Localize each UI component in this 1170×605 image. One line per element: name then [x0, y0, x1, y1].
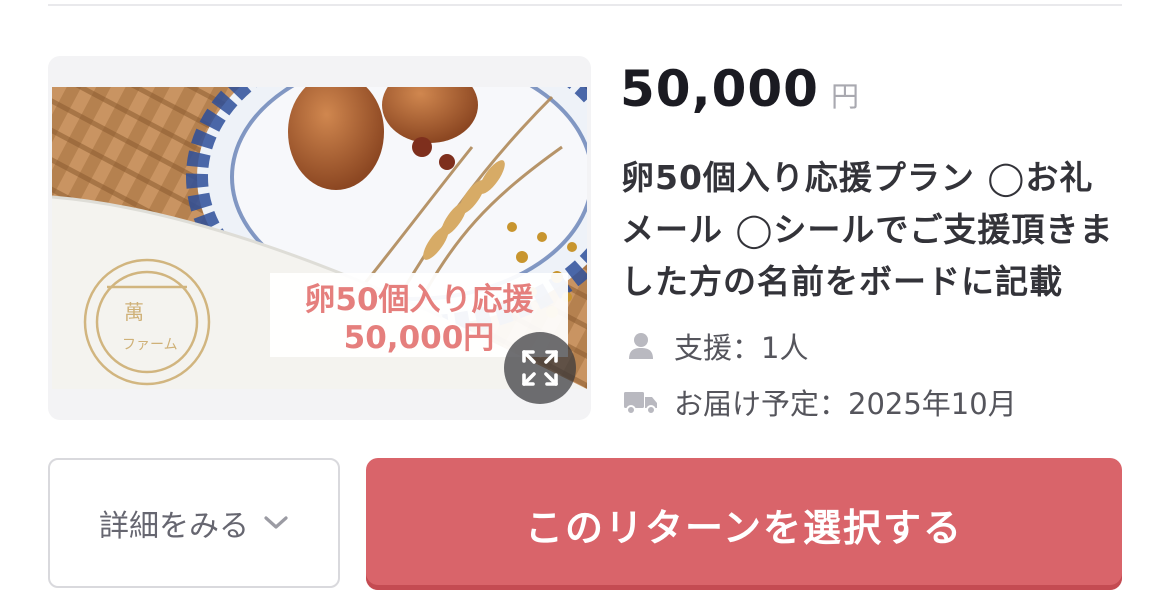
truck-icon	[624, 385, 658, 419]
delivery-row: お届け予定：2025年10月	[624, 382, 1017, 422]
price-currency: 円	[830, 80, 859, 113]
reward-image-card[interactable]: 萬 ファーム 卵50個入り応援 50,000円	[48, 56, 591, 420]
reward-price: 50,000 円	[620, 60, 859, 130]
overlay-title: 卵50個入り応援	[304, 282, 534, 318]
select-reward-button[interactable]: このリターンを選択する	[366, 458, 1122, 590]
supporters-text: 支援：1人	[674, 331, 809, 365]
view-details-button[interactable]: 詳細をみる	[48, 458, 340, 588]
details-label: 詳細をみる	[99, 509, 249, 544]
stamp-text: ファーム	[122, 337, 178, 353]
supporters-row: 支援：1人	[624, 326, 808, 366]
reward-title: 卵50個入り応援プラン ◯お礼メール ◯シールでご支援頂きました方の名前をボード…	[621, 158, 1114, 301]
chevron-down-icon	[263, 515, 289, 531]
select-label: このリターンを選択する	[524, 505, 964, 550]
top-divider	[48, 4, 1122, 6]
expand-image-button[interactable]	[504, 332, 576, 404]
svg-text:萬: 萬	[124, 300, 144, 324]
price-amount: 50,000	[620, 60, 819, 118]
expand-icon	[522, 350, 558, 386]
delivery-text: お届け予定：2025年10月	[674, 387, 1017, 421]
person-icon	[624, 329, 658, 363]
overlay-price: 50,000円	[344, 320, 495, 356]
reward-photo: 萬 ファーム 卵50個入り応援 50,000円	[52, 87, 587, 389]
